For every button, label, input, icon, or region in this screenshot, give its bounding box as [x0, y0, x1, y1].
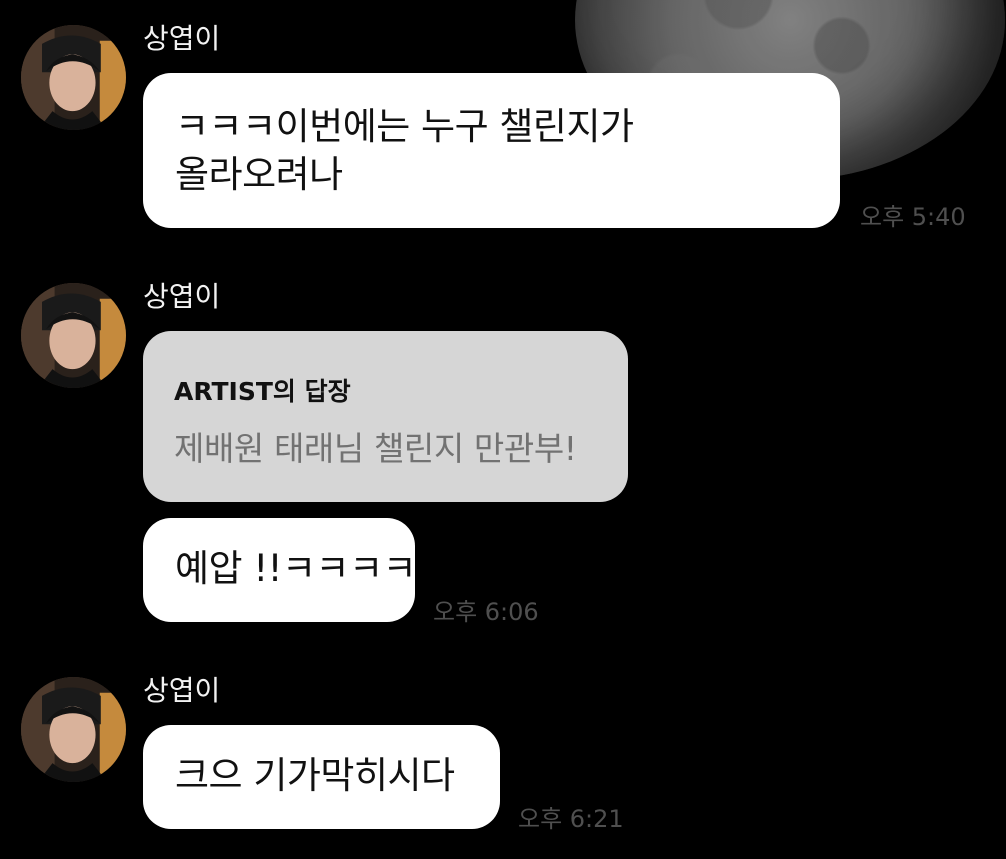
reply-body: 제배원 태래님 챌린지 만관부!	[174, 429, 577, 468]
message-line: ㅋㅋㅋ이번에는 누구 챌린지가	[175, 105, 634, 148]
message-text: ㅋㅋㅋ이번에는 누구 챌린지가 올라오려나	[175, 103, 634, 199]
avatar-icon	[21, 283, 126, 388]
avatar-icon	[21, 25, 126, 130]
chat-view: 상엽이 ㅋㅋㅋ이번에는 누구 챌린지가 올라오려나 오후 5:40 상엽이 AR…	[0, 0, 1006, 859]
artist-reply-card[interactable]: ARTIST의 답장 제배원 태래님 챌린지 만관부!	[143, 331, 628, 502]
avatar-icon	[21, 677, 126, 782]
avatar[interactable]	[21, 677, 126, 782]
message-time: 오후 6:21	[518, 805, 624, 833]
reply-title: ARTIST의 답장	[174, 377, 351, 406]
message-text: 크으 기가막히시다	[175, 754, 455, 797]
sender-name: 상엽이	[143, 674, 221, 707]
message-bubble[interactable]: 크으 기가막히시다	[143, 725, 500, 829]
message-bubble[interactable]: ㅋㅋㅋ이번에는 누구 챌린지가 올라오려나	[143, 73, 840, 228]
message-time: 오후 5:40	[860, 203, 966, 231]
sender-name: 상엽이	[143, 280, 221, 313]
message-line: 올라오려나	[175, 153, 343, 197]
avatar[interactable]	[21, 283, 126, 388]
message-time: 오후 6:06	[433, 598, 539, 626]
avatar[interactable]	[21, 25, 126, 130]
message-bubble[interactable]: 예압 !!ㅋㅋㅋㅋ	[143, 518, 417, 622]
message-text: 예압 !!ㅋㅋㅋㅋ	[175, 547, 417, 590]
sender-name: 상엽이	[143, 22, 221, 55]
